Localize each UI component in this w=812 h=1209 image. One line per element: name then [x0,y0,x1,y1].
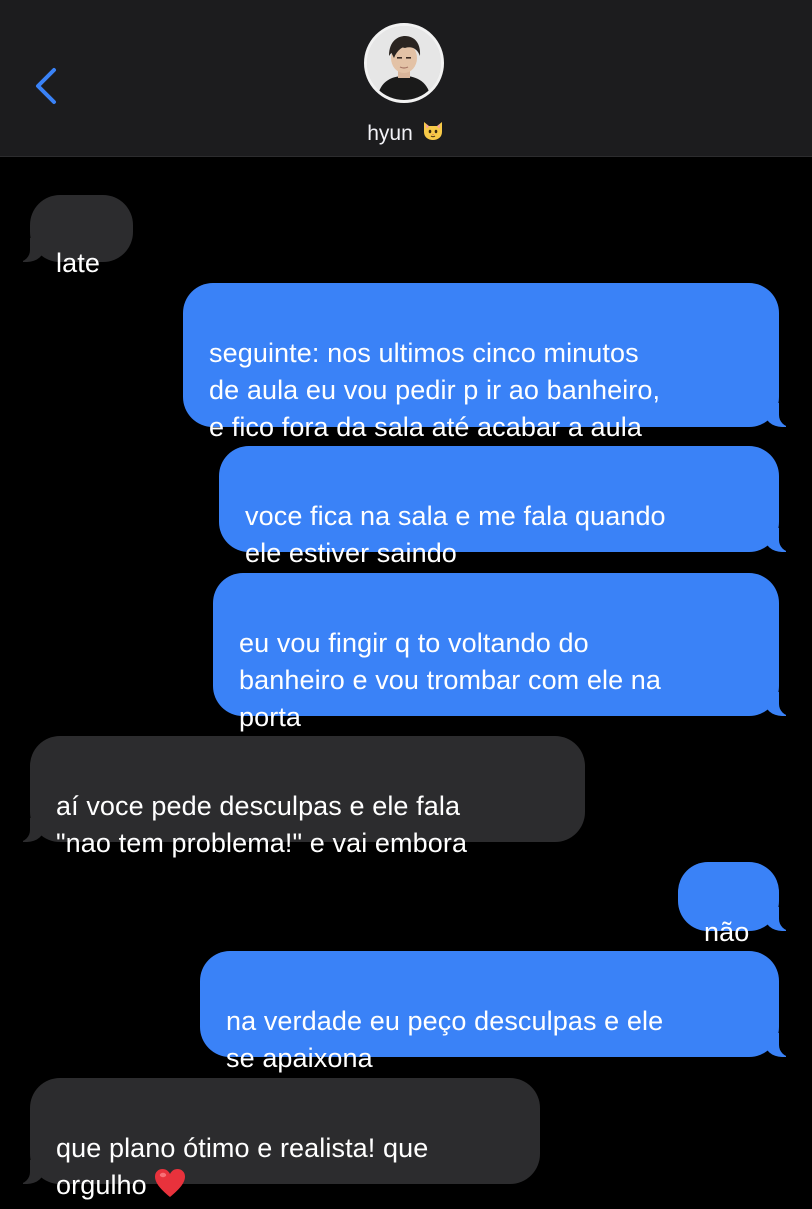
conversation-header: hyun [0,0,812,157]
message-text: late [56,248,100,278]
contact-photo [367,26,441,100]
message-text: voce fica na sala e me fala quando ele e… [245,501,666,568]
message-bubble-outgoing[interactable]: voce fica na sala e me fala quando ele e… [219,446,795,568]
message-bubble-outgoing[interactable]: eu vou fingir q to voltando do banheiro … [213,573,795,732]
contact-name: hyun [367,122,413,145]
back-button[interactable] [26,62,66,110]
message-bubble-outgoing[interactable]: na verdade eu peço desculpas e ele se ap… [200,951,795,1073]
message-text: seguinte: nos ultimos cinco minutos de a… [209,338,661,442]
message-text: aí voce pede desculpas e ele fala "nao t… [56,791,468,858]
message-text: eu vou fingir q to voltando do banheiro … [239,628,662,732]
cat-face-icon [421,118,445,150]
message-text: na verdade eu peço desculpas e ele se ap… [226,1006,664,1073]
avatar[interactable] [364,23,444,103]
message-bubble-outgoing[interactable]: não [678,862,795,947]
message-bubble-incoming[interactable]: que plano ótimo e realista! que orgulho [14,1078,540,1200]
red-heart-icon [153,1167,187,1209]
chevron-left-icon [36,68,56,104]
contact-name-row[interactable]: hyun [0,118,812,150]
message-text: não [704,917,750,947]
message-bubble-incoming[interactable]: aí voce pede desculpas e ele fala "nao t… [14,736,585,858]
message-bubble-incoming[interactable]: late [14,195,133,278]
message-bubble-outgoing[interactable]: seguinte: nos ultimos cinco minutos de a… [183,283,795,442]
message-text: que plano ótimo e realista! que orgulho [56,1133,429,1200]
